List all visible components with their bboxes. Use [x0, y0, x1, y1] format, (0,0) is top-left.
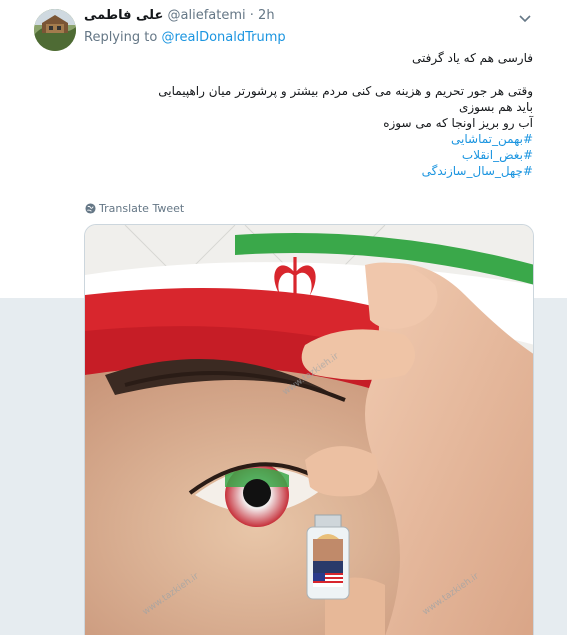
- tweet-line: آب رو بریز اونجا که می سوزه: [383, 116, 533, 130]
- translate-tweet-link[interactable]: Translate Tweet: [85, 202, 184, 215]
- hashtag-link[interactable]: #بغض_انقلاب: [84, 147, 533, 163]
- separator: ·: [249, 8, 254, 23]
- tweet-text: فارسی هم که یاد گرفتی وقتی هر جور تحریم …: [84, 50, 533, 179]
- tweet-image[interactable]: www.tazkieh.ir www.tazkieh.ir www.tazkie…: [84, 224, 534, 635]
- replying-prefix: Replying to: [84, 30, 158, 45]
- timestamp[interactable]: 2h: [258, 8, 275, 23]
- avatar[interactable]: [34, 9, 76, 51]
- hashtag-link[interactable]: #چهل_سال_سازندگی: [84, 163, 533, 179]
- tweet-line: باید هم بسوزی: [458, 100, 533, 114]
- replying-to: Replying to @realDonaldTrump: [84, 30, 286, 45]
- tweet-line: فارسی هم که یاد گرفتی: [412, 51, 533, 65]
- handle[interactable]: @aliefatemi: [168, 8, 246, 23]
- chevron-down-icon[interactable]: [518, 10, 532, 23]
- hashtag-link[interactable]: #بهمن_تماشایی: [84, 131, 533, 147]
- replying-to-link[interactable]: @realDonaldTrump: [161, 30, 285, 45]
- globe-icon: [85, 203, 96, 214]
- tweet-header: علی فاطمی @aliefatemi · 2h: [84, 8, 275, 26]
- tweet[interactable]: علی فاطمی @aliefatemi · 2h Replying to @…: [0, 0, 567, 635]
- tweet-line: وقتی هر جور تحریم و هزینه می کنی مردم بی…: [158, 84, 533, 98]
- display-name[interactable]: علی فاطمی: [84, 8, 163, 23]
- translate-label: Translate Tweet: [99, 202, 185, 215]
